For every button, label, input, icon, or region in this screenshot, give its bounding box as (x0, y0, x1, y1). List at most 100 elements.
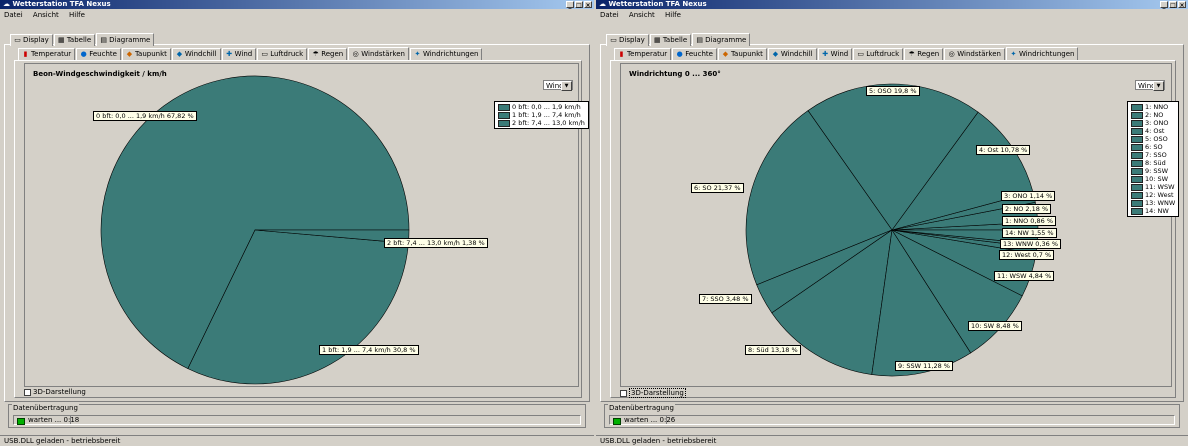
data-transfer-group: Datenübertragung warten ... 0:18 (8, 404, 586, 428)
tab-luftdruck[interactable]: ▭ Luftdruck (853, 48, 904, 60)
tab-label: Luftdruck (270, 50, 304, 58)
data-transfer-group: Datenübertragung warten ... 0:26 (604, 404, 1180, 428)
pressure-icon: ▭ (261, 50, 269, 58)
chevron-down-icon[interactable]: ▼ (1153, 81, 1164, 91)
separator (666, 416, 667, 424)
legend-swatch (1131, 199, 1143, 207)
gauge-icon: ◎ (948, 50, 955, 58)
tab-display[interactable]: ▭ Display (10, 34, 53, 46)
legend-item: 1: NNO (1131, 103, 1175, 111)
legend-swatch (1131, 207, 1143, 215)
checkbox-box[interactable] (24, 388, 31, 396)
chart-select[interactable]: Wind ▼ (543, 80, 573, 91)
chart-select[interactable]: Wind ▼ (1135, 80, 1165, 91)
tab-regen[interactable]: ☂ Regen (308, 48, 348, 60)
chart-icon: ▤ (100, 35, 107, 44)
legend-item: 8: Süd (1131, 159, 1175, 167)
status-led-icon (613, 418, 621, 425)
tab-windstaerken[interactable]: ◎ Windstärken (944, 48, 1005, 60)
tab-diagramme[interactable]: ▤ Diagramme (96, 33, 155, 46)
view-tabs: ▭ Display ▦ Tabelle ▤ Diagramme (10, 33, 155, 46)
3d-checkbox[interactable]: 3D-Darstellung (620, 388, 686, 398)
dewpoint-icon: ◆ (722, 50, 729, 58)
legend-label: 9: SSW (1145, 167, 1169, 175)
slice-label: 2: NO 2,18 % (1002, 204, 1052, 214)
tab-wind[interactable]: ✚ Wind (817, 48, 853, 60)
tab-label: Luftdruck (866, 50, 900, 58)
dewpoint-icon: ◆ (126, 50, 133, 58)
maximize-button[interactable]: □ (575, 1, 583, 9)
menu-datei[interactable]: Datei (4, 11, 23, 19)
tab-regen[interactable]: ☂ Regen (904, 48, 944, 60)
tab-label: Windrichtungen (1018, 49, 1075, 58)
legend-swatch (1131, 111, 1143, 119)
menu-ansicht[interactable]: Ansicht (629, 11, 655, 19)
legend-swatch (1131, 143, 1143, 151)
humidity-icon: ● (676, 50, 683, 58)
tab-feuchte[interactable]: ● Feuchte (672, 48, 717, 60)
tab-temperatur[interactable]: ▮ Temperatur (614, 48, 672, 60)
rain-icon: ☂ (908, 50, 915, 58)
chart-area: Windrichtung 0 ... 360° Wind ▼ 1: NNO 2: N… (620, 63, 1180, 387)
legend-label: 11: WSW (1145, 183, 1175, 191)
gauge-icon: ◎ (352, 49, 359, 58)
tab-label: Taupunkt (134, 50, 167, 58)
wind-icon: ✚ (822, 50, 829, 58)
checkbox-box[interactable] (620, 389, 627, 397)
legend-swatch (1131, 175, 1143, 183)
legend-label: 1 bft: 1,9 ... 7,4 km/h (512, 111, 581, 119)
slice-label: 2 bft: 7,4 ... 13,0 km/h 1,38 % (384, 238, 488, 248)
slice-label: 13: WNW 0,36 % (1000, 239, 1062, 249)
tab-diagramme[interactable]: ▤ Diagramme (692, 33, 751, 46)
legend-swatch (1131, 191, 1143, 199)
tab-taupunkt[interactable]: ◆ Taupunkt (717, 48, 767, 60)
window-title: Wetterstation TFA Nexus (608, 0, 707, 8)
legend-label: 5: OSO (1145, 135, 1168, 143)
tab-windrichtungen[interactable]: ✦ Windrichtungen (409, 48, 483, 60)
menu-datei[interactable]: Datei (600, 11, 619, 19)
menu-hilfe[interactable]: Hilfe (665, 11, 681, 19)
window-left: ☁ Wetterstation TFA Nexus _ □ × Datei Ansi… (0, 0, 594, 446)
wait-status: warten ... 0:18 (28, 416, 80, 424)
tab-label: Wind (234, 50, 253, 58)
3d-checkbox[interactable]: 3D-Darstellung (24, 388, 86, 396)
close-button[interactable]: × (1178, 1, 1186, 9)
tab-label: Windstärken (957, 50, 1001, 58)
wind-icon: ✚ (226, 50, 233, 58)
tab-windchill[interactable]: ◆ Windchill (171, 48, 221, 60)
legend-label: 7: SSO (1145, 151, 1167, 159)
tab-wind[interactable]: ✚ Wind (221, 48, 257, 60)
menu-hilfe[interactable]: Hilfe (69, 11, 85, 19)
chart-title: Windrichtung 0 ... 360° (629, 70, 721, 78)
status-bar: USB.DLL geladen - betriebsbereit (596, 435, 1188, 446)
status-bar: USB.DLL geladen - betriebsbereit (0, 435, 594, 446)
tab-feuchte[interactable]: ● Feuchte (76, 48, 121, 60)
menu-ansicht[interactable]: Ansicht (33, 11, 59, 19)
title-bar[interactable]: ☁ Wetterstation TFA Nexus _ □ × (596, 0, 1188, 9)
tab-luftdruck[interactable]: ▭ Luftdruck (257, 48, 308, 60)
tab-windchill[interactable]: ◆ Windchill (767, 48, 817, 60)
tab-windstaerken[interactable]: ◎ Windstärken (348, 47, 409, 60)
chevron-down-icon[interactable]: ▼ (561, 81, 572, 91)
tab-display[interactable]: ▭ Display (606, 34, 649, 46)
tab-tabelle[interactable]: ▦ Tabelle (53, 34, 96, 46)
tab-label: Windstärken (361, 49, 405, 58)
tab-windrichtungen[interactable]: ✦ Windrichtungen (1005, 47, 1079, 60)
title-bar[interactable]: ☁ Wetterstation TFA Nexus _ □ × (0, 0, 594, 9)
legend-item: 5: OSO (1131, 135, 1175, 143)
tab-taupunkt[interactable]: ◆ Taupunkt (121, 48, 171, 60)
maximize-button[interactable]: □ (1169, 1, 1177, 9)
tab-tabelle[interactable]: ▦ Tabelle (649, 34, 692, 46)
slice-label: 8: Süd 13,18 % (745, 345, 801, 355)
slice-label: 6: SO 21,37 % (691, 183, 744, 193)
legend-label: 14: NW (1145, 207, 1169, 215)
minimize-button[interactable]: _ (566, 1, 574, 9)
legend-item: 4: Ost (1131, 127, 1175, 135)
tab-temperatur[interactable]: ▮ Temperatur (18, 48, 76, 60)
minimize-button[interactable]: _ (1160, 1, 1168, 9)
slice-label: 11: WSW 4,84 % (994, 271, 1055, 281)
close-button[interactable]: × (584, 1, 592, 9)
slice-label: 12: West 0,7 % (999, 250, 1055, 260)
legend-swatch (1131, 183, 1143, 191)
legend-item: 14: NW (1131, 207, 1175, 215)
